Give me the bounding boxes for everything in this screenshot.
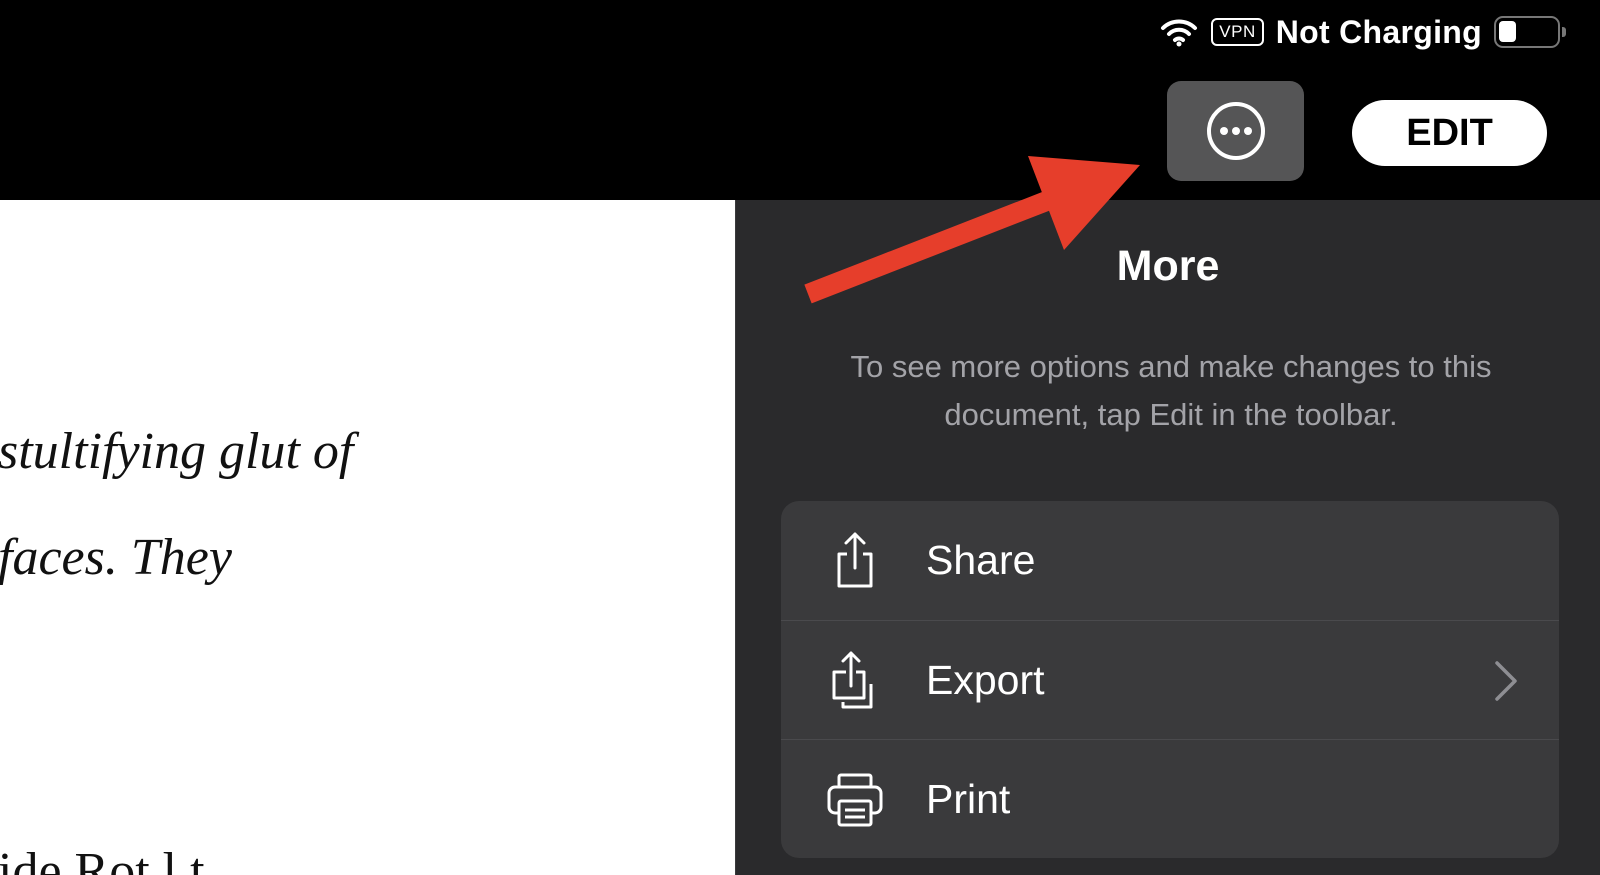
status-bar: VPN Not Charging [1159, 12, 1566, 52]
popover-description: To see more options and make changes to … [850, 349, 1492, 432]
document-line: stultifying glut of [0, 423, 354, 480]
battery-icon [1494, 16, 1566, 48]
document-line: ide Rot l t [0, 843, 205, 875]
charging-status: Not Charging [1275, 13, 1482, 50]
battery-level [1499, 21, 1516, 42]
menu-item-label: Share [926, 537, 1036, 583]
more-menu: Share Export Print [781, 501, 1559, 858]
export-icon [832, 651, 873, 709]
menu-item-export[interactable]: Export [781, 620, 1559, 739]
document-line: faces. They [0, 529, 232, 586]
vpn-badge: VPN [1211, 18, 1264, 46]
share-icon [837, 532, 873, 588]
document-page[interactable]: stultifying glut of faces. They ide Rot … [0, 200, 735, 875]
ellipsis-circle-icon [1206, 102, 1265, 160]
menu-item-label: Export [926, 656, 1045, 703]
chevron-right-icon [1495, 661, 1517, 701]
menu-item-label: Print [926, 775, 1011, 822]
popover-title: More [1116, 242, 1220, 290]
more-button[interactable] [1167, 81, 1304, 181]
top-toolbar: VPN Not Charging EDIT [0, 0, 1600, 200]
battery-tip [1562, 27, 1566, 37]
wifi-icon [1161, 19, 1198, 47]
edit-button[interactable]: EDIT [1352, 100, 1547, 166]
menu-item-print[interactable]: Print [781, 739, 1559, 858]
more-popover: More To see more options and make change… [735, 200, 1600, 875]
menu-item-share[interactable]: Share [781, 501, 1559, 620]
printer-icon [827, 773, 883, 827]
